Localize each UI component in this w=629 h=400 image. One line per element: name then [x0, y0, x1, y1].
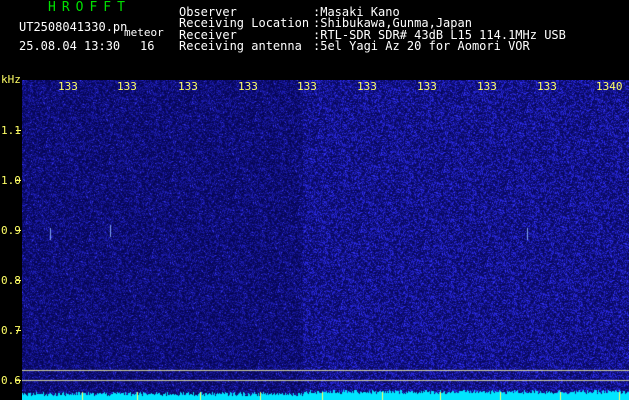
y-tick-mark: [16, 130, 21, 131]
x-tick-label: 1340: [596, 80, 623, 93]
x-tick-label: 133: [238, 80, 258, 93]
spectrogram-canvas: [22, 80, 629, 400]
y-tick-mark: [16, 230, 21, 231]
x-tick-label: 133: [297, 80, 317, 93]
y-tick-mark: [16, 330, 21, 331]
x-tick-label: 133: [417, 80, 437, 93]
x-tick-label: 133: [357, 80, 377, 93]
x-tick-label: 133: [58, 80, 78, 93]
filename: UT2508041330.pn: [19, 20, 128, 34]
y-tick-mark: [16, 280, 21, 281]
x-tick-label: 133: [477, 80, 497, 93]
spectrogram-plot: [22, 80, 629, 400]
datetime: 25.08.04 13:30: [19, 39, 121, 53]
antenna-label: Receiving antenna: [179, 39, 302, 53]
x-tick-label: 133: [178, 80, 198, 93]
antenna-value: :5el Yagi Az 20 for Aomori VOR: [313, 39, 530, 53]
y-axis-unit: kHz: [1, 73, 21, 86]
y-tick-mark: [16, 180, 21, 181]
app-brand: HROFFT: [48, 0, 131, 15]
meteor-count: 16: [140, 39, 155, 53]
x-tick-label: 133: [537, 80, 557, 93]
y-tick-mark: [16, 380, 21, 381]
x-tick-label: 133: [117, 80, 137, 93]
meteor-label: meteor: [124, 26, 164, 39]
